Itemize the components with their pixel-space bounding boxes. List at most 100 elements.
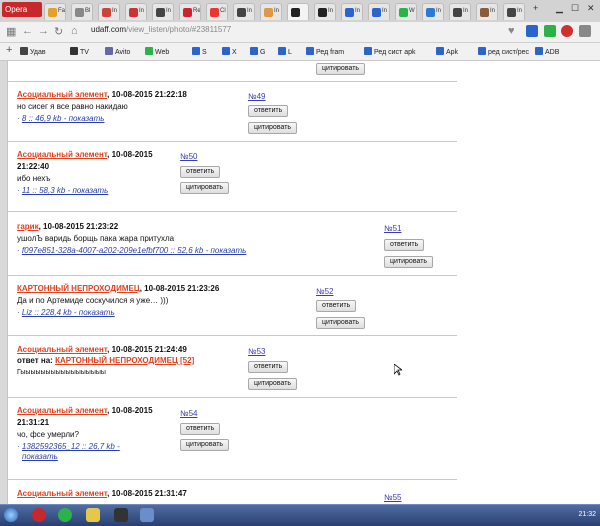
- quote-button[interactable]: цитировать: [316, 317, 366, 329]
- reply-button[interactable]: ответить: [248, 361, 289, 373]
- bookmark-item[interactable]: Apk: [436, 47, 458, 56]
- comment-text: но сисег я все равно накидаю: [17, 102, 128, 111]
- reply-button[interactable]: ответить: [248, 105, 289, 117]
- bookmark-item[interactable]: X: [222, 47, 237, 56]
- attachment-link-text[interactable]: 8 :: 46,9 kb - показать: [22, 114, 105, 123]
- reply-to-line: ответ на: КАРТОННЫЙ НЕПРОХОДИМЕЦ [52]: [17, 356, 457, 365]
- tab-favicon-icon: [48, 8, 57, 17]
- quote-button[interactable]: цитировать: [248, 378, 298, 390]
- reply-to-link[interactable]: КАРТОННЫЙ НЕПРОХОДИМЕЦ [52]: [55, 356, 194, 365]
- browser-tab[interactable]: Fa: [44, 3, 66, 20]
- bookmark-item[interactable]: Ред сист apk: [364, 47, 415, 56]
- comment-author[interactable]: гарик: [17, 222, 39, 231]
- bookmark-item[interactable]: Avito: [105, 47, 130, 56]
- browser-tab[interactable]: In: [422, 3, 444, 20]
- comment-date: , 10-08-2015: [107, 406, 153, 415]
- bookmark-item[interactable]: S: [192, 47, 207, 56]
- browser-tab[interactable]: In: [98, 3, 120, 20]
- reply-button[interactable]: ответить: [180, 423, 221, 435]
- comment-author[interactable]: Асоциальный элемент: [17, 345, 107, 354]
- reply-button[interactable]: ответить: [316, 300, 357, 312]
- close-icon[interactable]: ✕: [587, 3, 595, 14]
- tab-favicon-icon: [372, 8, 381, 17]
- browser-tab[interactable]: In: [152, 3, 174, 20]
- url-path: /view_listen/photo/#23811577: [125, 25, 232, 34]
- opera-icon[interactable]: [561, 25, 573, 37]
- bookmark-item[interactable]: ADB: [535, 47, 559, 56]
- app-icon[interactable]: [114, 508, 128, 522]
- comment-author[interactable]: Асоциальный элемент: [17, 90, 107, 99]
- browser-tab[interactable]: Re: [179, 3, 201, 20]
- quote-button[interactable]: цитировать: [180, 439, 230, 451]
- attachment-link-text[interactable]: Liz :: 228,4 kb - показать: [22, 308, 115, 317]
- attachment-link-text[interactable]: 1382592365_12 :: 26,7 kb -: [22, 442, 120, 451]
- extension-icon[interactable]: [544, 25, 556, 37]
- minimize-icon[interactable]: ▁: [556, 3, 563, 14]
- browser-tab[interactable]: In: [449, 3, 471, 20]
- new-tab-button[interactable]: +: [533, 3, 538, 13]
- comment-author[interactable]: Асоциальный элемент: [17, 150, 107, 159]
- comment-number-link[interactable]: №51: [384, 224, 401, 233]
- attachment-show-link[interactable]: показать: [22, 452, 58, 461]
- maximize-icon[interactable]: ☐: [571, 3, 579, 14]
- media-player-icon[interactable]: [58, 508, 72, 522]
- browser-tab[interactable]: In: [503, 3, 525, 20]
- tab-favicon-icon: [237, 8, 246, 17]
- title-bar: Opera Fa Bl In In In Re Cl In In In In In W In In In In +…: [0, 0, 600, 23]
- browser-tab[interactable]: In: [233, 3, 255, 20]
- back-icon[interactable]: ←: [22, 25, 33, 37]
- extension-icon[interactable]: [579, 25, 591, 37]
- reply-button[interactable]: ответить: [180, 166, 221, 178]
- bookmark-item[interactable]: TV: [70, 47, 89, 56]
- home-icon[interactable]: ⌂: [71, 25, 78, 37]
- attachment-link-text[interactable]: f097e851-328a-4007-a202-209e1efbf700 :: …: [22, 246, 246, 255]
- browser-tab[interactable]: Bl: [71, 3, 93, 20]
- grid-icon[interactable]: ▦: [6, 25, 16, 38]
- forward-icon[interactable]: →: [38, 25, 49, 37]
- reload-icon[interactable]: ↻: [54, 25, 63, 38]
- bookmark-item[interactable]: ред сист/рес: [478, 47, 529, 56]
- browser-tab[interactable]: Cl: [206, 3, 228, 20]
- reply-button[interactable]: ответить: [384, 239, 425, 251]
- url-field[interactable]: udaff.com/view_listen/photo/#23811577: [91, 25, 231, 34]
- comment-number-link[interactable]: №52: [316, 287, 333, 296]
- comment-author[interactable]: КАРТОННЫЙ НЕПРОХОДИМЕЦ: [17, 284, 140, 293]
- browser-tab[interactable]: In: [341, 3, 363, 20]
- attachment-link-text[interactable]: 11 :: 58,3 kb - показать: [22, 186, 108, 195]
- browser-tab[interactable]: [287, 3, 309, 20]
- tab-favicon-icon: [507, 8, 516, 17]
- comment-number-link[interactable]: №50: [180, 152, 197, 161]
- bookmark-item[interactable]: Web: [145, 47, 169, 56]
- browser-tab[interactable]: In: [260, 3, 282, 20]
- app-icon[interactable]: [140, 508, 154, 522]
- add-bookmark-icon[interactable]: +: [6, 44, 12, 56]
- opera-menu-button[interactable]: Opera: [2, 2, 42, 17]
- attachment-link: · 8 :: 46,9 kb - показать: [17, 114, 105, 123]
- browser-tab[interactable]: In: [368, 3, 390, 20]
- browser-tab[interactable]: In: [125, 3, 147, 20]
- opera-taskbar-icon[interactable]: [32, 508, 46, 522]
- comment-number-link[interactable]: №55: [384, 493, 401, 502]
- quote-button[interactable]: цитировать: [180, 182, 230, 194]
- comment-author[interactable]: Асоциальный элемент: [17, 406, 107, 415]
- start-icon[interactable]: [4, 508, 18, 522]
- comment-number-link[interactable]: №54: [180, 409, 197, 418]
- browser-tab[interactable]: W: [395, 3, 417, 20]
- folder-icon[interactable]: [86, 508, 100, 522]
- bookmark-item[interactable]: Ред fram: [306, 47, 344, 56]
- quote-button[interactable]: цитировать: [248, 122, 298, 134]
- comment-number-link[interactable]: №53: [248, 347, 265, 356]
- quote-button[interactable]: цитировать: [316, 63, 366, 75]
- heart-icon[interactable]: ♥: [508, 25, 515, 37]
- bookmark-item[interactable]: G: [250, 47, 265, 56]
- extension-icon[interactable]: [526, 25, 538, 37]
- browser-tab[interactable]: In: [476, 3, 498, 20]
- bookmark-item[interactable]: Удав: [20, 47, 46, 56]
- comment-separator: [8, 141, 457, 142]
- tab-favicon-icon: [480, 8, 489, 17]
- comment-number-link[interactable]: №49: [248, 92, 265, 101]
- comment-author[interactable]: Асоциальный элемент: [17, 489, 107, 498]
- bookmark-item[interactable]: L: [278, 47, 292, 56]
- browser-tab[interactable]: In: [314, 3, 336, 20]
- quote-button[interactable]: цитировать: [384, 256, 434, 268]
